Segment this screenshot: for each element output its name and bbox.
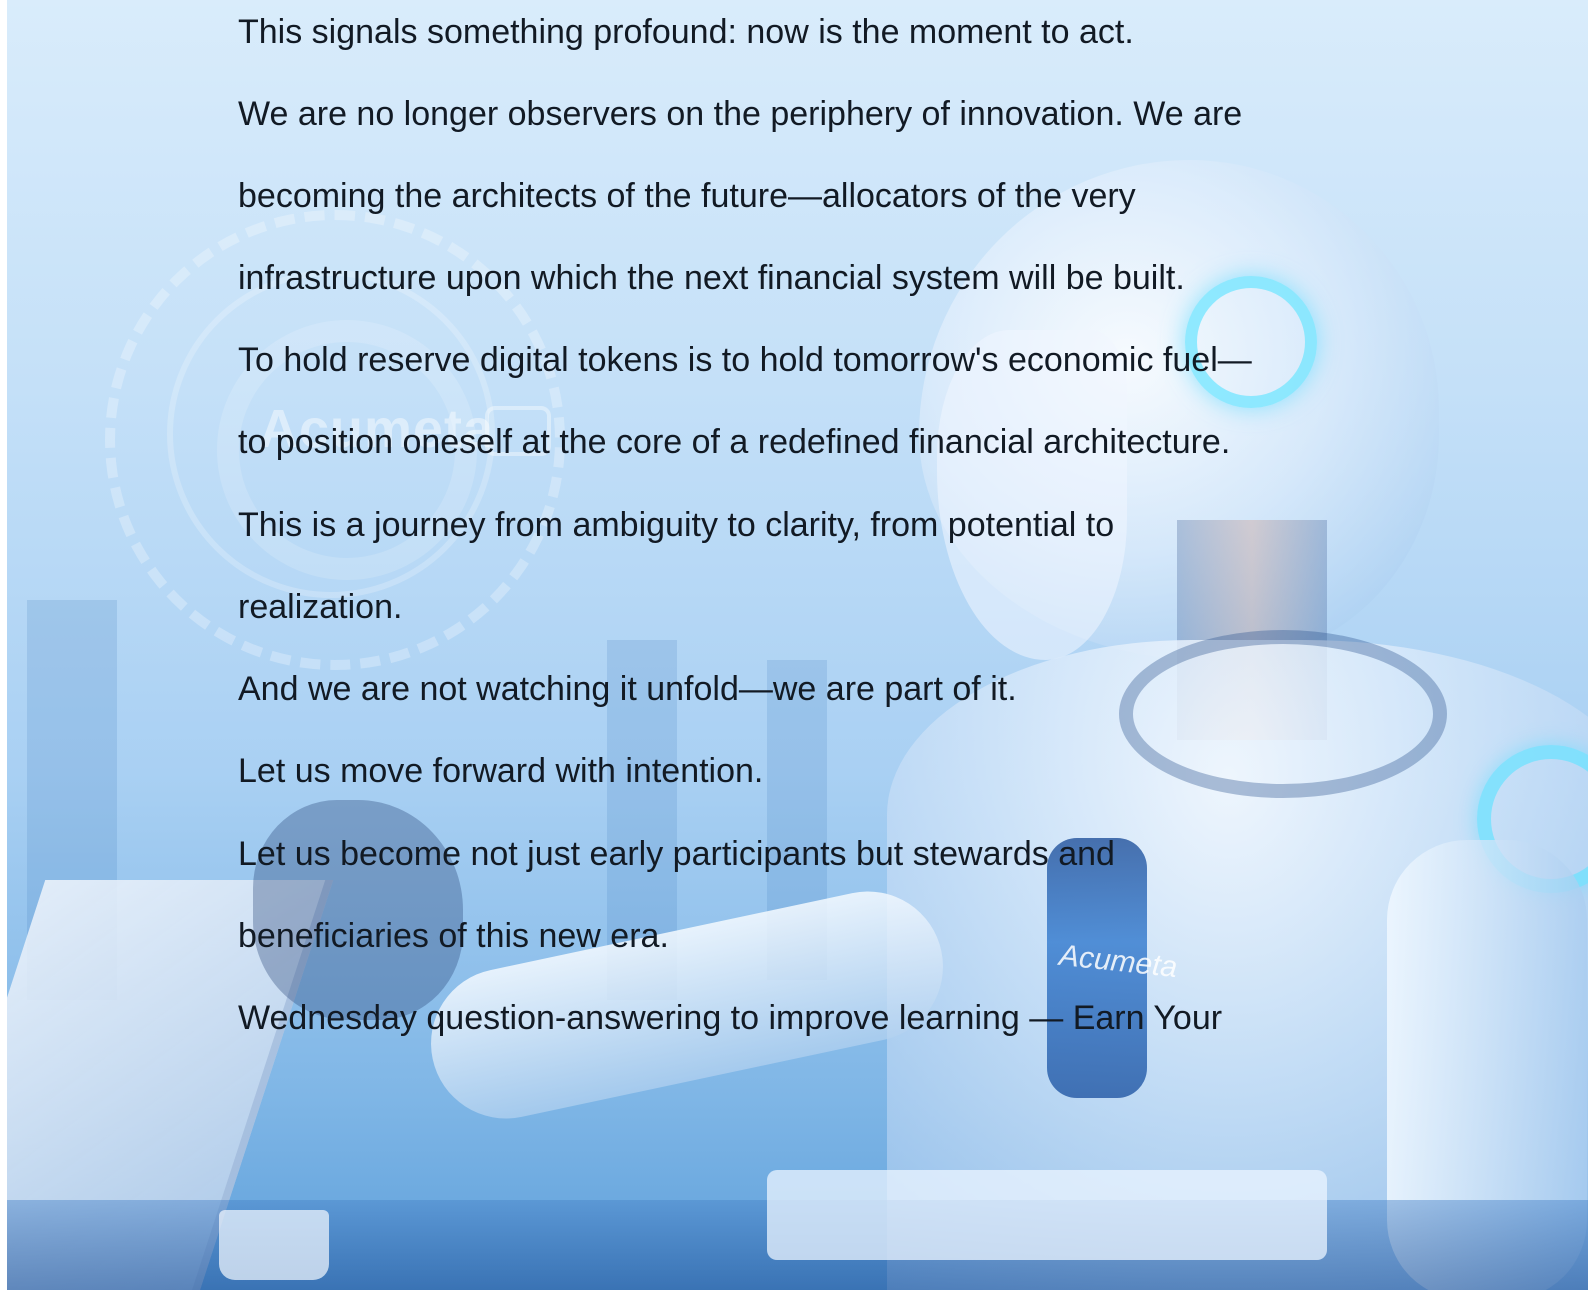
text-line: Let us become not just early participant… bbox=[238, 835, 1115, 873]
text-line: This signals something profound: now is … bbox=[238, 13, 1134, 51]
cup-illustration bbox=[219, 1210, 329, 1280]
text-line: Wednesday question-answering to improve … bbox=[238, 999, 1223, 1037]
robot-collar bbox=[1119, 630, 1447, 798]
text-line: becoming the architects of the future—al… bbox=[238, 177, 1136, 215]
text-line: We are no longer observers on the periph… bbox=[238, 95, 1243, 133]
text-line: infrastructure upon which the next finan… bbox=[238, 259, 1185, 297]
text-line: Let us move forward with intention. bbox=[238, 752, 764, 790]
keyboard-illustration bbox=[767, 1170, 1327, 1260]
text-line: realization. bbox=[238, 588, 403, 626]
text-line: This is a journey from ambiguity to clar… bbox=[238, 506, 1115, 544]
text-line: beneficiaries of this new era. bbox=[238, 917, 669, 955]
document-page: Acumeta Acumeta This signals something p… bbox=[7, 0, 1588, 1290]
text-line: to position oneself at the core of a red… bbox=[238, 423, 1231, 461]
text-line: And we are not watching it unfold—we are… bbox=[238, 670, 1017, 708]
robot-hand bbox=[253, 800, 463, 1020]
text-line: To hold reserve digital tokens is to hol… bbox=[238, 341, 1252, 379]
